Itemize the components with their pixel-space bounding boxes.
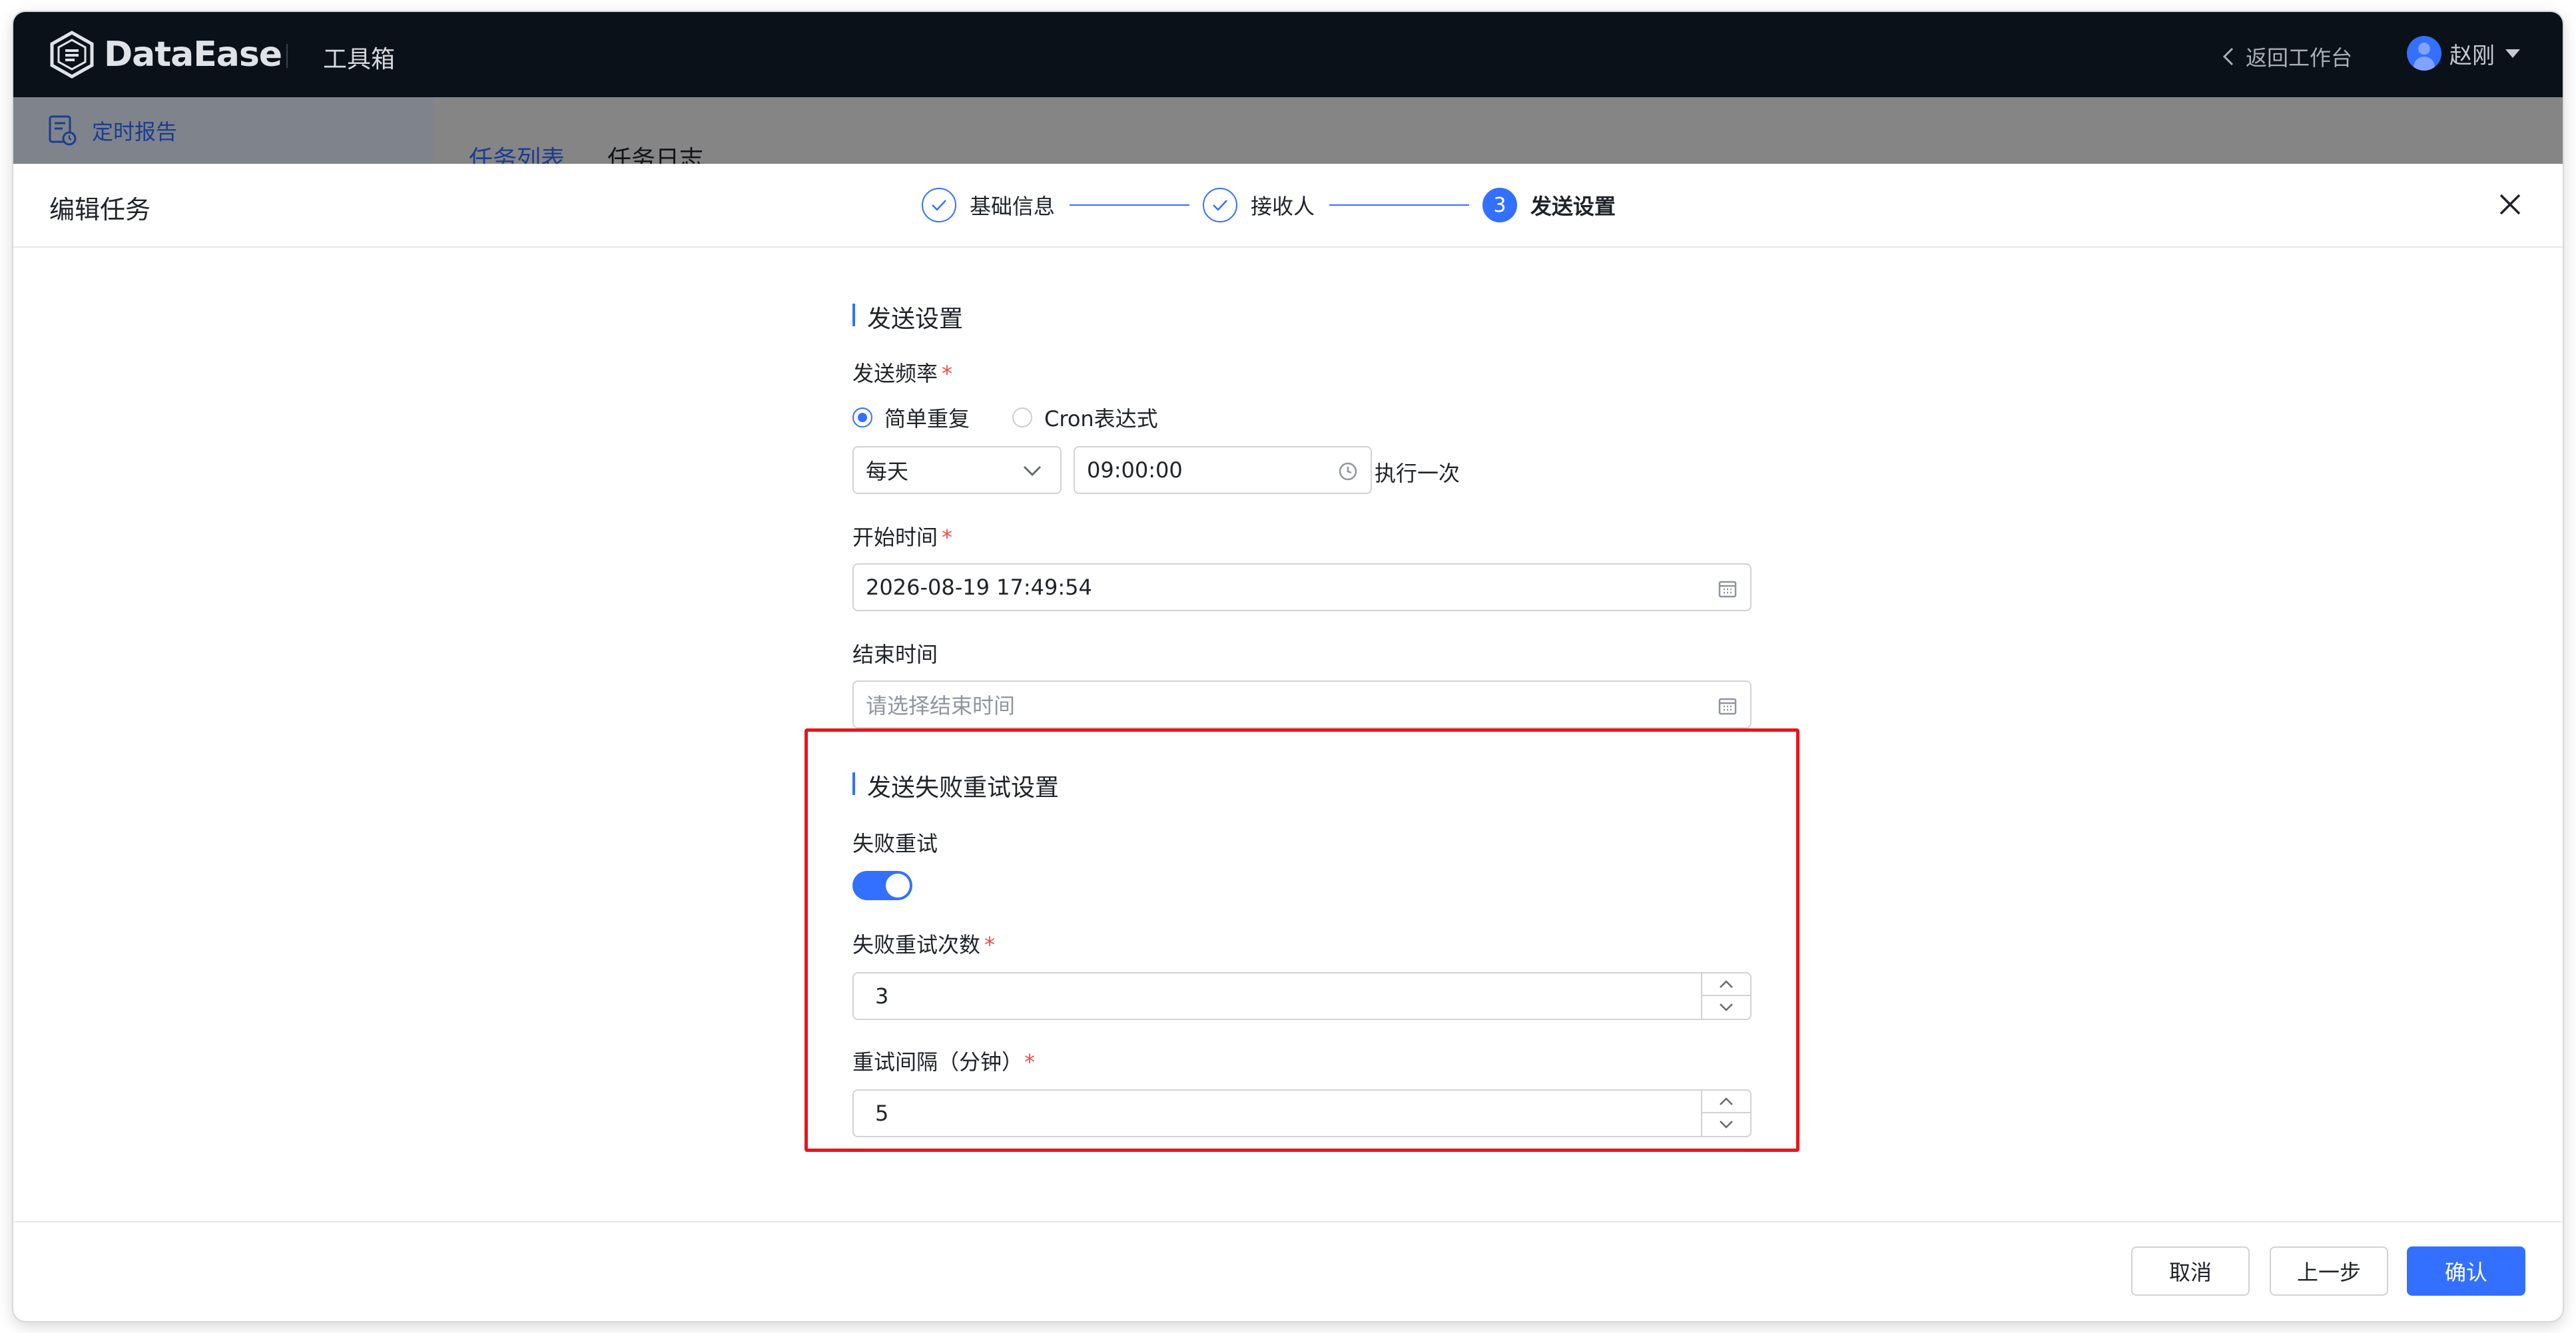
radio-simple-repeat[interactable] (852, 407, 872, 427)
top-navigation-bar: DataEase 工具箱 返回工作台 赵刚 (13, 12, 2563, 97)
frequency-label-text: 发送频率 (852, 361, 938, 386)
confirm-button[interactable]: 确认 (2407, 1246, 2525, 1296)
step-connector (1070, 204, 1190, 206)
start-time-picker[interactable]: 2026-08-19 17:49:54 (852, 563, 1752, 611)
previous-step-button[interactable]: 上一步 (2270, 1246, 2388, 1296)
required-mark: * (942, 525, 953, 550)
cancel-button[interactable]: 取消 (2131, 1246, 2250, 1296)
start-time-label-text: 开始时间 (852, 525, 938, 550)
back-to-workbench-link[interactable]: 返回工作台 (2219, 41, 2352, 72)
start-time-label: 开始时间 * (852, 521, 952, 551)
drawer-title: 编辑任务 (49, 195, 151, 224)
brand-divider (286, 44, 288, 68)
repeat-period-select[interactable]: 每天 (852, 446, 1062, 494)
step-current-number: 3 (1482, 188, 1518, 222)
radio-cron-expression[interactable] (1012, 407, 1033, 427)
chevron-down-icon (1023, 465, 1042, 477)
drawer-footer: 取消 上一步 确认 (13, 1221, 2563, 1321)
step-done-icon (922, 188, 956, 222)
toolbox-label: 工具箱 (323, 46, 396, 73)
drawer-header: 编辑任务 基础信息 接收人 3 发送设置 (13, 164, 2563, 248)
step-recipients: 接收人 (1251, 194, 1315, 219)
calendar-icon (1718, 698, 1737, 715)
step-basic-info: 基础信息 (970, 194, 1056, 219)
user-menu[interactable]: 赵刚 (2407, 36, 2520, 71)
calendar-icon (1718, 581, 1737, 598)
frequency-label: 发送频率 * (852, 357, 952, 388)
steps: 基础信息 接收人 3 发送设置 (922, 185, 1616, 225)
back-to-workbench-label: 返回工作台 (2245, 45, 2352, 71)
start-time-value: 2026-08-19 17:49:54 (866, 575, 1092, 600)
step-connector (1329, 204, 1470, 206)
check-icon (1213, 200, 1227, 211)
brand[interactable]: DataEase (49, 31, 282, 79)
repeat-suffix-text: 执行一次 (1375, 461, 1460, 486)
radio-simple-repeat-label[interactable]: 简单重复 (884, 402, 970, 433)
repeat-time-picker[interactable]: 09:00:00 (1074, 446, 1372, 494)
clock-icon (1339, 462, 1357, 481)
highlight-box (805, 728, 1799, 1152)
chevron-left-icon (2222, 47, 2234, 66)
step-done-icon (1203, 188, 1238, 222)
required-mark: * (942, 361, 953, 386)
end-time-picker[interactable]: 请选择结束时间 (852, 680, 1752, 728)
repeat-period-value: 每天 (866, 459, 909, 484)
end-time-placeholder: 请选择结束时间 (866, 693, 1016, 718)
caret-down-icon (2505, 49, 2520, 58)
section-title-send-settings: 发送设置 (852, 300, 963, 334)
end-time-label: 结束时间 (852, 642, 938, 667)
avatar (2407, 36, 2441, 71)
frequency-radio-group: 简单重复 Cron表达式 (852, 402, 1201, 433)
radio-cron-expression-label[interactable]: Cron表达式 (1044, 402, 1158, 433)
step-send-settings: 发送设置 (1530, 194, 1616, 219)
user-name: 赵刚 (2449, 42, 2495, 69)
close-icon[interactable] (2495, 189, 2525, 220)
check-icon (932, 200, 946, 211)
repeat-time-value: 09:00:00 (1087, 457, 1183, 483)
dataease-logo-icon (50, 31, 94, 79)
brand-name: DataEase (104, 35, 282, 75)
